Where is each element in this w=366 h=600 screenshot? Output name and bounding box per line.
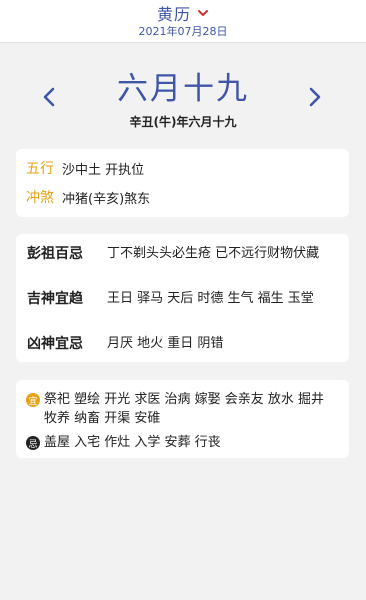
yi-row: 宜 祭祀 塑绘 开光 求医 治病 嫁娶 会亲友 放水 掘井 牧养 纳畜 开渠 安…	[26, 390, 339, 428]
header-date: 2021年07月28日	[138, 25, 228, 38]
wuxing-label: 五行	[26, 161, 54, 177]
yi-value: 祭祀 塑绘 开光 求医 治病 嫁娶 会亲友 放水 掘井 牧养 纳畜 开渠 安碓	[44, 392, 325, 426]
top-header: 黄历 2021年07月28日	[0, 0, 366, 43]
xiongshen-row: 凶神宜忌 月厌 地火 重日 阴错	[27, 334, 342, 354]
gods-card: 彭祖百忌 丁不剃头头必生疮 已不远行财物伏藏 吉神宜趋 王日 驿马 天后 时德 …	[16, 234, 349, 362]
chongsha-value: 冲猪(辛亥)煞东	[62, 191, 151, 207]
xiongshen-label: 凶神宜忌	[27, 336, 83, 352]
pengzu-label: 彭祖百忌	[27, 246, 83, 262]
wuxing-row: 五行 沙中土 开执位	[26, 158, 144, 178]
yi-icon: 宜	[26, 393, 40, 407]
jishen-row: 吉神宜趋 王日 驿马 天后 时德 生气 福生 玉堂	[27, 289, 342, 309]
chongsha-row: 冲煞 冲猪(辛亥)煞东	[26, 187, 150, 207]
wuxing-value: 沙中土 开执位	[62, 162, 145, 178]
chevron-down-icon	[198, 10, 208, 16]
ji-icon: 忌	[26, 436, 40, 450]
ji-value: 盖屋 入宅 作灶 入学 安葬 行丧	[44, 435, 221, 450]
xiongshen-value: 月厌 地火 重日 阴错	[107, 336, 224, 351]
ji-row: 忌 盖屋 入宅 作灶 入学 安葬 行丧	[26, 433, 339, 452]
jishen-value: 王日 驿马 天后 时德 生气 福生 玉堂	[107, 291, 314, 306]
wuxing-card: 五行 沙中土 开执位 冲煞 冲猪(辛亥)煞东	[16, 149, 349, 217]
yiji-card: 宜 祭祀 塑绘 开光 求医 治病 嫁娶 会亲友 放水 掘井 牧养 纳畜 开渠 安…	[16, 380, 349, 458]
pengzu-value: 丁不剃头头必生疮 已不远行财物伏藏	[107, 246, 320, 261]
page-title: 黄历	[156, 5, 191, 24]
jishen-label: 吉神宜趋	[27, 291, 83, 307]
chongsha-label: 冲煞	[26, 190, 54, 206]
lunar-date-full: 辛丑(牛)年六月十九	[129, 115, 237, 129]
pengzu-row: 彭祖百忌 丁不剃头头必生疮 已不远行财物伏藏	[27, 244, 342, 264]
calendar-type-switcher[interactable]: 黄历	[0, 2, 366, 24]
lunar-date-large: 六月十九	[117, 71, 249, 107]
